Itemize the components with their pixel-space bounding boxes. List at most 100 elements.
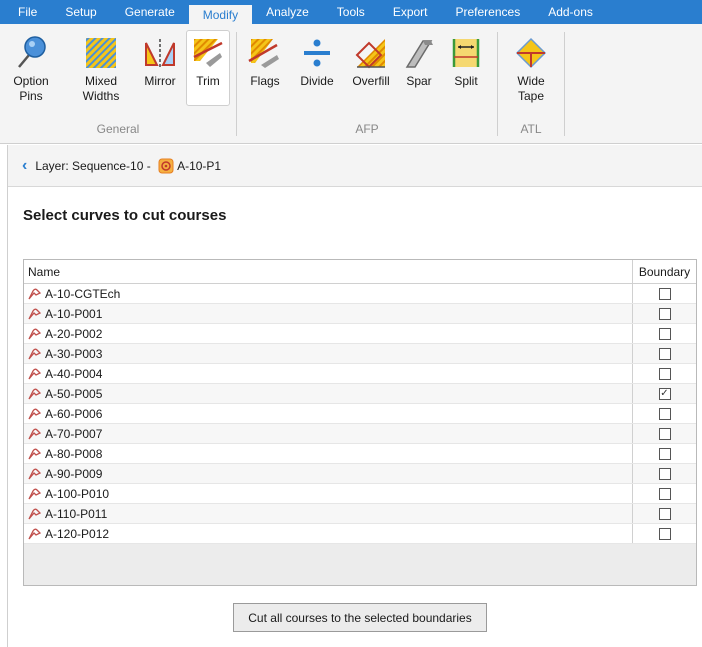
boundary-checkbox[interactable] [658, 327, 671, 340]
curve-icon [28, 308, 41, 319]
wide-tape-button[interactable]: Wide Tape [508, 30, 554, 105]
curve-icon [28, 488, 41, 499]
boundary-cell [632, 484, 696, 503]
boundary-checkbox[interactable] [658, 287, 671, 300]
mirror-label: Mirror [144, 74, 176, 88]
curve-name-cell: A-90-P009 [24, 464, 632, 483]
column-header-name[interactable]: Name [24, 260, 632, 283]
mirror-button[interactable]: Mirror [138, 30, 182, 90]
boundary-cell [632, 364, 696, 383]
table-row[interactable]: A-60-P006 [24, 404, 696, 424]
split-icon [452, 39, 480, 67]
curve-name: A-70-P007 [45, 426, 103, 441]
overfill-label: Overfill [352, 74, 390, 88]
curve-name: A-10-P001 [45, 306, 103, 321]
divide-button[interactable]: Divide [296, 30, 338, 90]
boundary-cell [632, 404, 696, 423]
boundary-cell [632, 464, 696, 483]
menu-generate[interactable]: Generate [111, 0, 189, 24]
menu-export[interactable]: Export [379, 0, 442, 24]
curve-name-cell: A-10-CGTEch [24, 284, 632, 303]
overfill-icon [355, 39, 385, 69]
curve-name: A-110-P011 [45, 506, 108, 521]
curve-icon [28, 368, 41, 379]
option-pins-button[interactable]: Option Pins [8, 30, 54, 105]
boundary-cell [632, 504, 696, 523]
curve-icon [28, 328, 41, 339]
table-row[interactable]: A-50-P005 ✓ [24, 384, 696, 404]
table-row[interactable]: A-30-P003 [24, 344, 696, 364]
table-row[interactable]: A-80-P008 [24, 444, 696, 464]
boundary-checkbox[interactable] [658, 347, 671, 360]
mirror-icon [145, 39, 175, 68]
table-row[interactable]: A-40-P004 [24, 364, 696, 384]
breadcrumb-ply[interactable]: A-10-P1 [177, 159, 221, 173]
table-row[interactable]: A-20-P002 [24, 324, 696, 344]
menu-preferences[interactable]: Preferences [442, 0, 535, 24]
boundary-checkbox[interactable] [658, 367, 671, 380]
split-button[interactable]: Split [446, 30, 486, 90]
curve-icon [28, 288, 41, 299]
flags-label: Flags [250, 74, 280, 88]
menu-file[interactable]: File [4, 0, 51, 24]
ribbon-group-atl-label: ATL [520, 122, 542, 136]
boundary-checkbox[interactable]: ✓ [658, 387, 671, 400]
ribbon-divider [564, 32, 565, 136]
mixed-widths-button[interactable]: Mixed Widths [76, 30, 126, 105]
boundary-checkbox[interactable] [658, 427, 671, 440]
flags-button[interactable]: Flags [246, 30, 284, 90]
divide-icon [304, 39, 330, 67]
menu-tools[interactable]: Tools [323, 0, 379, 24]
spar-label: Spar [406, 74, 432, 88]
curve-icon [28, 528, 41, 539]
curve-name: A-30-P003 [45, 346, 103, 361]
curve-name: A-20-P002 [45, 326, 103, 341]
menu-bar: File Setup Generate Modify Analyze Tools… [0, 0, 702, 24]
boundary-checkbox[interactable] [658, 507, 671, 520]
curve-name: A-60-P006 [45, 406, 103, 421]
curve-name-cell: A-120-P012 [24, 524, 632, 543]
menu-analyze[interactable]: Analyze [252, 0, 323, 24]
panel-edge [7, 145, 8, 647]
boundary-checkbox[interactable] [658, 407, 671, 420]
spar-button[interactable]: Spar [400, 30, 438, 90]
boundary-cell: ✓ [632, 384, 696, 403]
menu-modify[interactable]: Modify [188, 3, 253, 24]
ribbon-group-general-label: General [96, 122, 140, 136]
table-row[interactable]: A-90-P009 [24, 464, 696, 484]
curve-name-cell: A-20-P002 [24, 324, 632, 343]
table-row[interactable]: A-10-P001 [24, 304, 696, 324]
wide-tape-icon [515, 37, 547, 69]
table-row[interactable]: A-10-CGTEch [24, 284, 696, 304]
table-row[interactable]: A-120-P012 [24, 524, 696, 544]
curve-name-cell: A-80-P008 [24, 444, 632, 463]
table-row[interactable]: A-110-P011 [24, 504, 696, 524]
curve-name-cell: A-50-P005 [24, 384, 632, 403]
boundary-cell [632, 284, 696, 303]
curve-name: A-120-P012 [45, 526, 110, 541]
table-row[interactable]: A-100-P010 [24, 484, 696, 504]
mixed-widths-icon [86, 38, 116, 68]
boundary-checkbox[interactable] [658, 307, 671, 320]
curve-name: A-90-P009 [45, 466, 103, 481]
column-header-boundary[interactable]: Boundary [632, 260, 696, 283]
curve-name: A-100-P010 [45, 486, 110, 501]
trim-button[interactable]: Trim [186, 30, 230, 106]
ribbon-group-afp-label: AFP [355, 122, 379, 136]
menu-add-ons[interactable]: Add-ons [534, 0, 607, 24]
back-chevron-icon[interactable]: ‹ [22, 157, 27, 175]
table-row[interactable]: A-70-P007 [24, 424, 696, 444]
breadcrumb-layer: Layer: Sequence-10 - [35, 158, 155, 173]
boundary-checkbox[interactable] [658, 447, 671, 460]
trim-icon [193, 39, 223, 67]
boundary-checkbox[interactable] [658, 467, 671, 480]
boundary-checkbox[interactable] [658, 527, 671, 540]
table-body: A-10-CGTEch A-10-P001 A-20-P002 A-30-P003 A-… [24, 284, 696, 544]
curve-icon [28, 428, 41, 439]
cut-all-courses-button[interactable]: Cut all courses to the selected boundari… [233, 603, 487, 632]
curve-icon [28, 348, 41, 359]
boundary-checkbox[interactable] [658, 487, 671, 500]
menu-setup[interactable]: Setup [51, 0, 110, 24]
spar-icon [405, 40, 433, 68]
overfill-button[interactable]: Overfill [346, 30, 396, 90]
